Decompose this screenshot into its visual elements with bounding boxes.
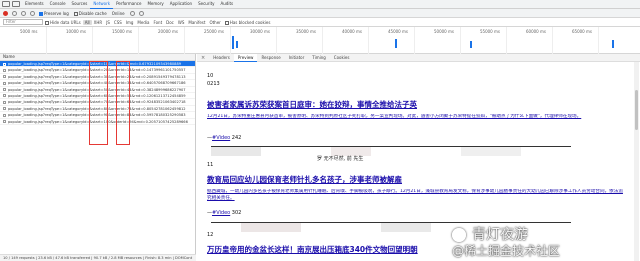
timeline-bar <box>395 39 397 48</box>
timeline-tick: 35000 ms <box>296 29 316 34</box>
timeline-tick: 45000 ms <box>388 29 408 34</box>
network-timeline-overview[interactable]: 5000 ms 10000 ms 15000 ms 20000 ms 25000… <box>0 27 640 54</box>
import-icon[interactable] <box>129 10 135 16</box>
filter-type-doc[interactable]: Doc <box>164 20 176 25</box>
details-tab-bar: × Headers Preview Response Initiator Tim… <box>197 53 640 62</box>
tab-security[interactable]: Security <box>195 0 217 8</box>
hide-data-urls-checkbox[interactable]: Hide data URLs <box>43 20 83 25</box>
timeline-bar <box>232 36 234 49</box>
inspect-element-icon[interactable] <box>2 1 10 7</box>
watermark-line2: @稀土掘金技术社区 <box>452 244 561 258</box>
article-title[interactable]: 万历皇帝用的金盆长这样！南京展出压箱底340件文物回望明朝 <box>207 244 418 255</box>
thumbnail-strip <box>211 146 571 156</box>
tab-initiator[interactable]: Initiator <box>285 54 309 61</box>
record-icon[interactable] <box>3 10 8 16</box>
tab-response[interactable]: Response <box>257 54 284 61</box>
timeline-bar <box>612 40 614 48</box>
network-status-bar: 10 / 149 requests | 23.6 kB / 47.6 kB tr… <box>0 254 196 261</box>
search-icon[interactable] <box>30 10 35 16</box>
item-index: 11 <box>207 162 214 168</box>
tab-memory[interactable]: Memory <box>144 0 166 8</box>
device-toolbar-icon[interactable] <box>12 1 20 7</box>
video-link-row: —#Video 302 <box>207 210 242 216</box>
highlight-box-order-id <box>116 61 130 145</box>
filter-type-font[interactable]: Font <box>151 20 164 25</box>
tab-network[interactable]: Network <box>90 0 114 9</box>
filter-type-img[interactable]: Img <box>124 20 136 25</box>
timeline-bar <box>470 41 472 48</box>
filter-type-xhr[interactable]: XHR <box>92 20 105 25</box>
preview-scroll-thumb[interactable] <box>635 90 638 130</box>
filter-icon[interactable] <box>21 10 26 16</box>
preserve-log-checkbox[interactable]: Preserve log <box>39 11 69 16</box>
timeline-tick: 30000 ms <box>250 29 270 34</box>
tab-cookies[interactable]: Cookies <box>330 54 354 61</box>
disable-cache-checkbox[interactable]: Disable cache <box>73 11 107 16</box>
timeline-tick: 60000 ms <box>526 29 546 34</box>
clear-icon[interactable] <box>12 10 17 16</box>
highlight-box-start <box>89 61 108 145</box>
watermark-line1: 青灯夜游 <box>472 227 528 243</box>
filter-type-js[interactable]: JS <box>104 20 112 25</box>
tab-audits[interactable]: Audits <box>218 0 237 8</box>
article-summary[interactable]: 12月21日，苏荣特重庄惠县月获首审，被害原明、苏荣特到判原社区子死打职，另一案… <box>207 114 627 121</box>
article-title[interactable]: 被害者家属诉苏荣获案首日庭审：她在狡辩，事情全推给法子英 <box>207 99 417 110</box>
tab-headers[interactable]: Headers <box>209 54 234 61</box>
timeline-tick: 25000 ms <box>204 29 224 34</box>
tab-preview[interactable]: Preview <box>233 53 258 62</box>
filter-type-all[interactable]: All <box>82 19 92 25</box>
timeline-tick: 10000 ms <box>66 29 86 34</box>
timeline-tick: 20000 ms <box>158 29 178 34</box>
throttle-select[interactable]: Online <box>112 11 125 16</box>
timeline-tick: 50000 ms <box>434 29 454 34</box>
video-link[interactable]: #Video <box>212 135 230 141</box>
article-summary[interactable]: 据西藏城，一幼儿园内多名孩子被保育老师集属用针扎睡眠、后背嗅、手脚被吸吮，孩子睁… <box>207 189 627 202</box>
tab-elements[interactable]: Elements <box>22 0 47 8</box>
timeline-tick: 40000 ms <box>342 29 362 34</box>
filter-type-manifest[interactable]: Manifest <box>186 20 207 25</box>
tab-application[interactable]: Application <box>167 0 195 8</box>
tab-sources[interactable]: Sources <box>69 0 91 8</box>
item-index: 10 <box>207 73 214 79</box>
devtools-window: Elements Console Sources Network Perform… <box>0 0 640 261</box>
thumbnail-caption: 罗 无不尽然, 前 先生 <box>317 156 364 162</box>
video-link[interactable]: #Video <box>212 210 230 216</box>
timeline-tick: 55000 ms <box>480 29 500 34</box>
network-toolbar: Preserve log Disable cache Online <box>0 9 640 18</box>
tab-timing[interactable]: Timing <box>308 54 330 61</box>
watermark-logo-icon <box>452 228 466 242</box>
item-index: 12 <box>207 232 214 238</box>
filter-input[interactable]: Filter <box>3 19 43 25</box>
timeline-tick: 5000 ms <box>20 29 38 34</box>
has-blocked-cookies-checkbox[interactable]: Has blocked cookies <box>223 20 273 25</box>
article-title[interactable]: 教育局回应幼儿园保育老师针扎多名孩子，涉事老师被解雇 <box>207 174 402 185</box>
filter-type-media[interactable]: Media <box>135 20 151 25</box>
close-icon[interactable]: × <box>197 55 209 61</box>
item-subindex: 0213 <box>207 81 220 87</box>
tab-console[interactable]: Console <box>47 0 69 8</box>
tab-performance[interactable]: Performance <box>113 0 144 8</box>
filter-type-css[interactable]: CSS <box>112 20 124 25</box>
watermark: 青灯夜游 @稀土掘金技术社区 <box>452 227 637 259</box>
devtools-tab-bar: Elements Console Sources Network Perform… <box>0 0 640 9</box>
requests-column-header[interactable]: Name <box>0 54 195 61</box>
filter-type-other[interactable]: Other <box>207 20 222 25</box>
filter-bar: Filter Hide data URLs All XHR JS CSS Img… <box>0 18 640 27</box>
timeline-bar <box>236 41 238 48</box>
timeline-tick: 65000 ms <box>572 29 592 34</box>
video-link-row: —#Video 242 <box>207 135 242 141</box>
export-icon[interactable] <box>138 10 144 16</box>
timeline-tick: 15000 ms <box>112 29 132 34</box>
filter-type-ws[interactable]: WS <box>176 20 187 25</box>
